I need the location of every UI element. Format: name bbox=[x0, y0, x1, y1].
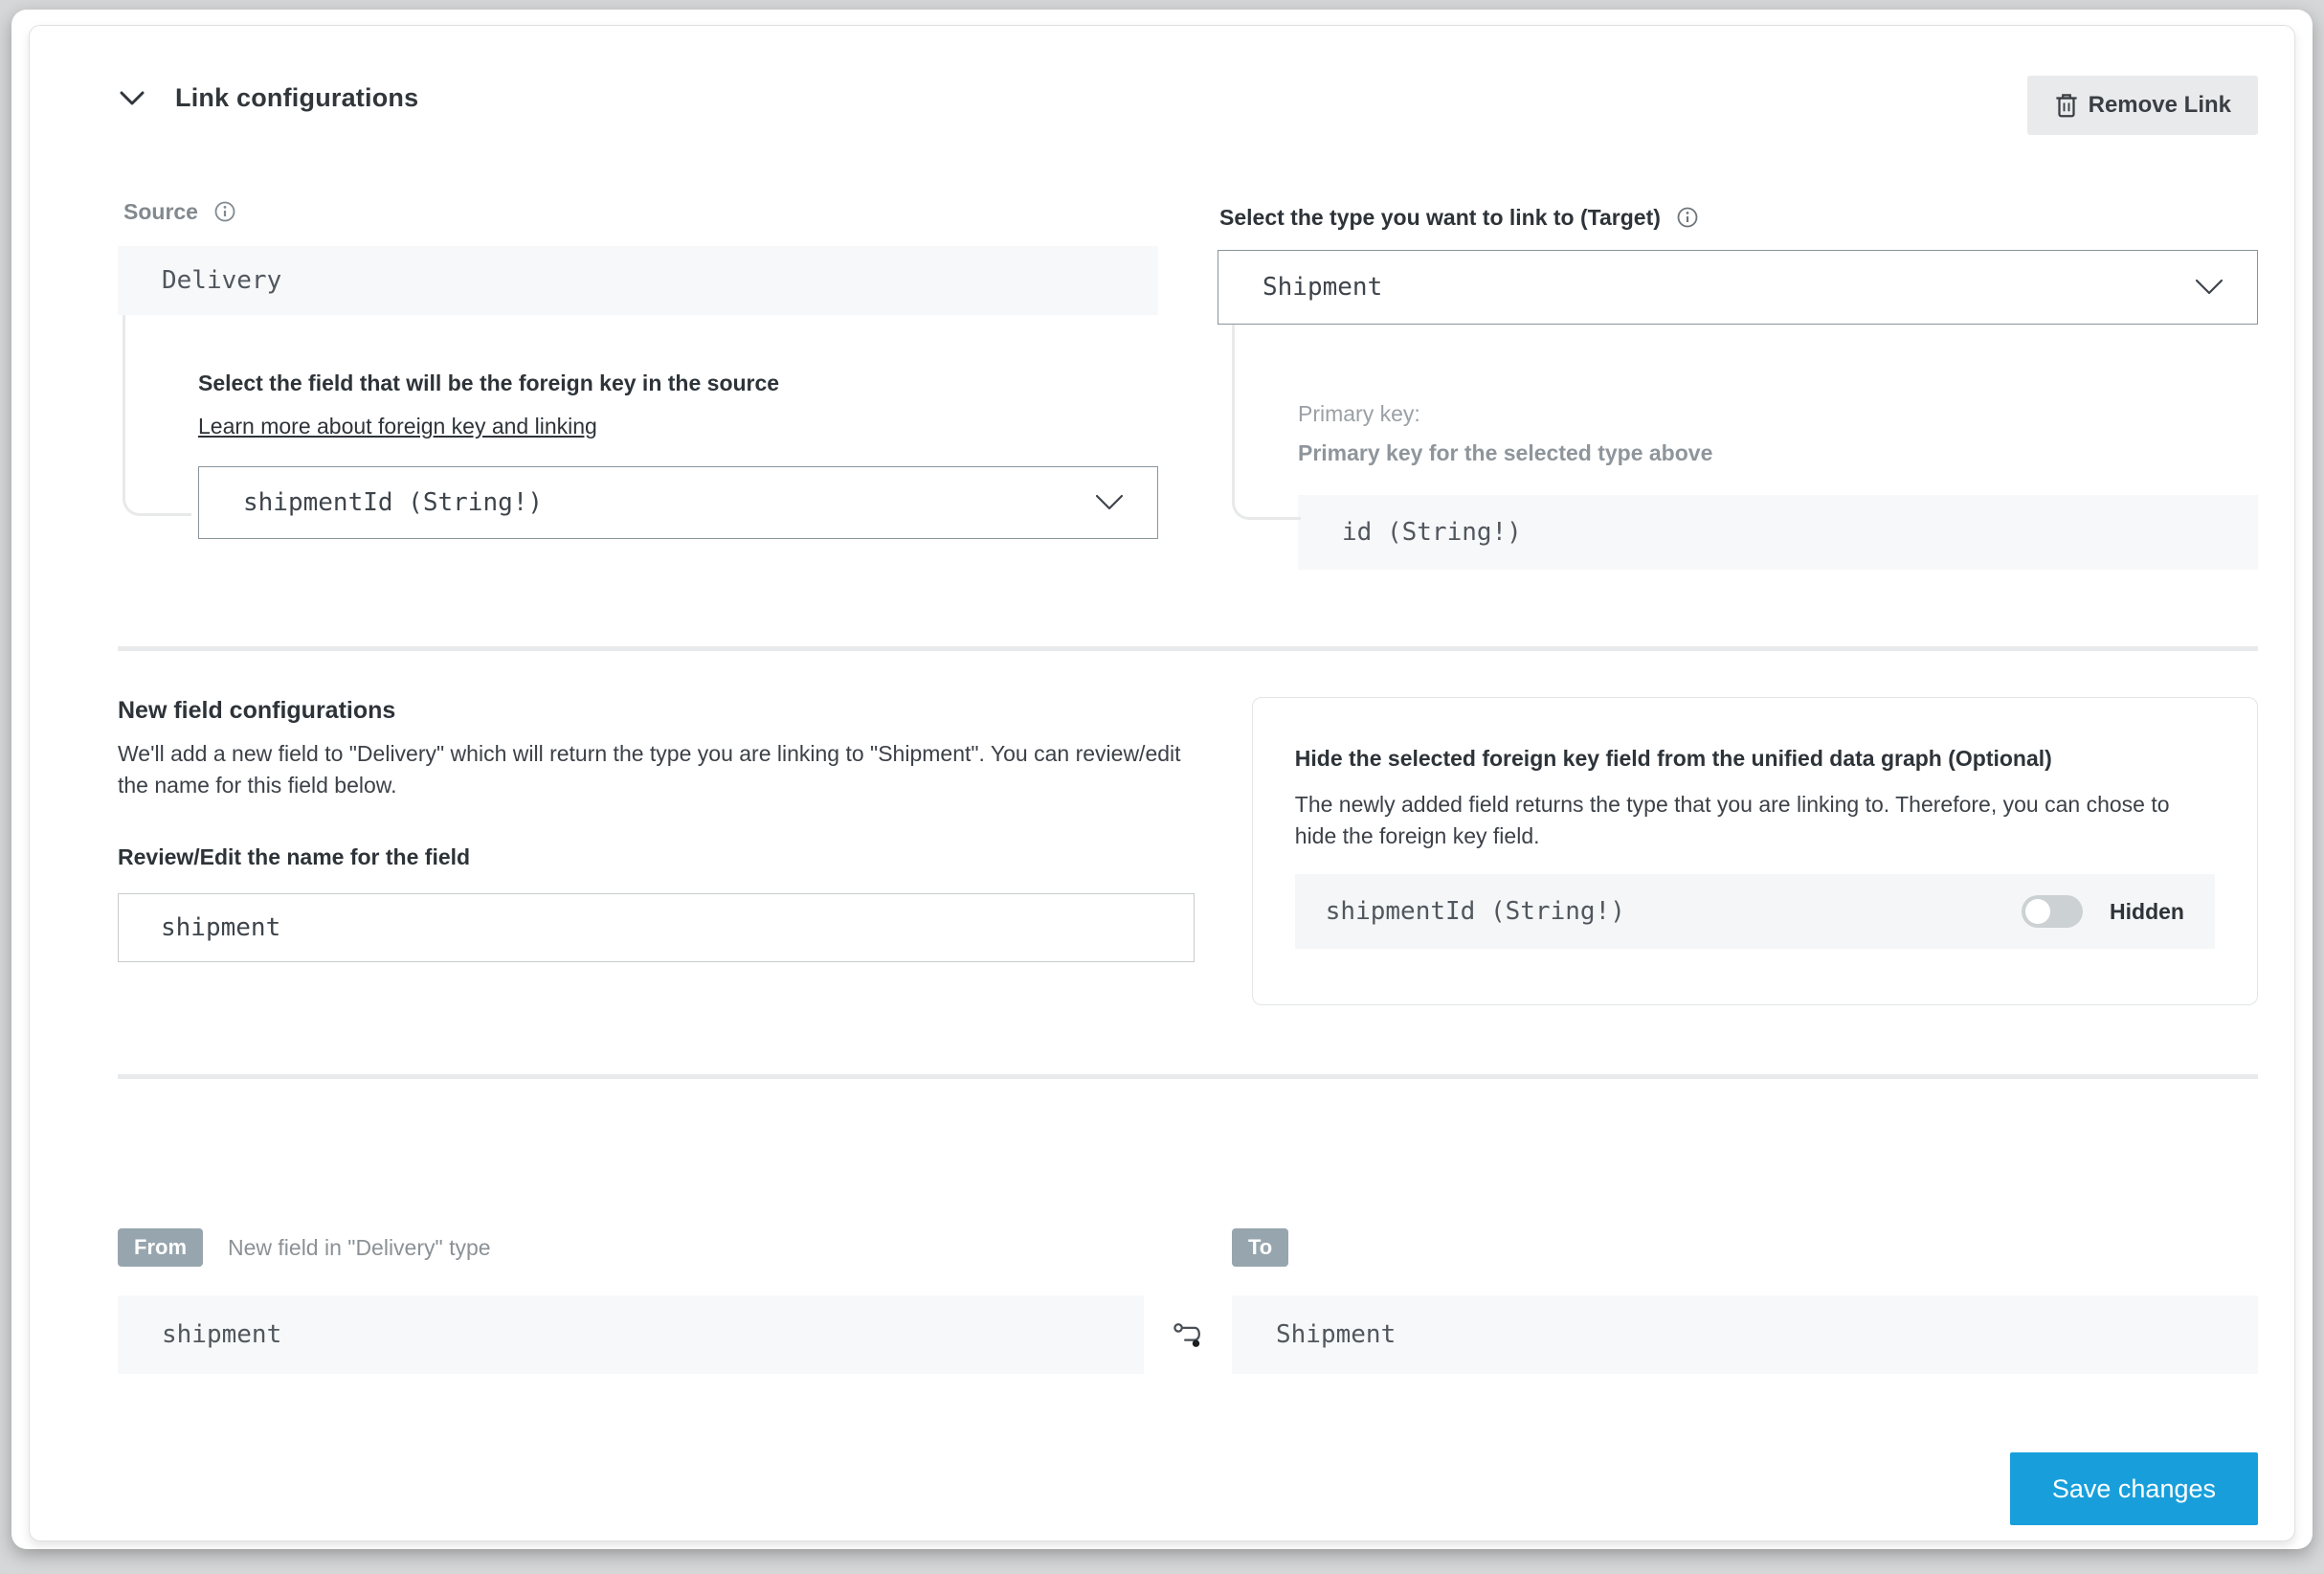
panel-header-left: Link configurations bbox=[118, 76, 418, 113]
toggle-knob bbox=[2025, 899, 2050, 924]
link-configurations-panel: Link configurations Remove Link bbox=[29, 25, 2295, 1541]
save-changes-button[interactable]: Save changes bbox=[2010, 1452, 2258, 1525]
panel-header: Link configurations Remove Link bbox=[118, 76, 2258, 135]
from-badge: From bbox=[118, 1228, 203, 1267]
chevron-down-icon bbox=[2194, 279, 2224, 296]
hide-fk-field-row: shipmentId (String!) Hidden bbox=[1295, 874, 2215, 949]
hide-fk-title: Hide the selected foreign key field from… bbox=[1295, 746, 2215, 772]
info-icon[interactable] bbox=[213, 200, 236, 223]
to-badge: To bbox=[1232, 1228, 1288, 1267]
source-connector-zone: Select the field that will be the foreig… bbox=[118, 315, 1158, 558]
chevron-down-icon bbox=[1094, 494, 1125, 511]
target-label: Select the type you want to link to (Tar… bbox=[1219, 205, 1661, 231]
hidden-toggle[interactable] bbox=[2022, 895, 2083, 928]
from-field-value: shipment bbox=[162, 1320, 281, 1349]
page-title: Link configurations bbox=[175, 83, 418, 113]
mapping-to: To Shipment bbox=[1232, 1225, 2258, 1374]
new-field-description: We'll add a new field to "Delivery" whic… bbox=[118, 738, 1195, 800]
foreign-key-block: Select the field that will be the foreig… bbox=[198, 315, 1158, 539]
link-setup-section: Source Delivery Select the field that wi… bbox=[118, 196, 2258, 570]
hidden-toggle-group: Hidden bbox=[2022, 895, 2184, 928]
target-type-select[interactable]: Shipment bbox=[1218, 250, 2258, 325]
remove-link-label: Remove Link bbox=[2089, 92, 2231, 119]
primary-key-value: id (String!) bbox=[1342, 518, 1522, 547]
hide-foreign-key-box: Hide the selected foreign key field from… bbox=[1252, 697, 2258, 1005]
learn-more-link[interactable]: Learn more about foreign key and linking bbox=[198, 414, 597, 439]
remove-link-button[interactable]: Remove Link bbox=[2027, 76, 2258, 135]
modal-surface: Link configurations Remove Link bbox=[11, 10, 2313, 1549]
collapse-section-button[interactable] bbox=[118, 89, 146, 108]
to-field-value: Shipment bbox=[1276, 1320, 1396, 1349]
primary-key-block: Primary key: Primary key for the selecte… bbox=[1298, 325, 2258, 570]
panel-footer: Save changes bbox=[118, 1452, 2258, 1525]
hidden-toggle-label: Hidden bbox=[2110, 899, 2184, 925]
source-type-field: Delivery bbox=[118, 246, 1158, 315]
from-field: shipment bbox=[118, 1295, 1144, 1374]
link-flow-icon bbox=[1169, 1318, 1207, 1351]
source-connector-line bbox=[123, 315, 191, 516]
trash-icon bbox=[2054, 91, 2079, 120]
primary-key-field: id (String!) bbox=[1298, 495, 2258, 570]
new-field-title: New field configurations bbox=[118, 697, 1195, 725]
chevron-down-icon bbox=[118, 89, 146, 108]
info-icon[interactable] bbox=[1676, 206, 1699, 229]
foreign-key-select[interactable]: shipmentId (String!) bbox=[198, 466, 1158, 539]
from-caption: New field in "Delivery" type bbox=[228, 1235, 491, 1261]
hide-fk-description: The newly added field returns the type t… bbox=[1295, 789, 2215, 851]
section-divider bbox=[118, 1074, 2258, 1079]
field-name-input[interactable] bbox=[118, 893, 1195, 962]
foreign-key-label: Select the field that will be the foreig… bbox=[198, 371, 1158, 396]
source-type-value: Delivery bbox=[162, 266, 281, 295]
target-label-row: Select the type you want to link to (Tar… bbox=[1219, 202, 2258, 233]
to-field: Shipment bbox=[1232, 1295, 2258, 1374]
source-label-row: Source bbox=[123, 196, 1158, 227]
source-column: Source Delivery Select the field that wi… bbox=[118, 196, 1158, 570]
foreign-key-selected-value: shipmentId (String!) bbox=[243, 488, 543, 517]
to-badge-row: To bbox=[1232, 1225, 2258, 1270]
target-connector-zone: Primary key: Primary key for the selecte… bbox=[1218, 325, 2258, 570]
mapping-section: From New field in "Delivery" type shipme… bbox=[118, 1225, 2258, 1374]
new-field-column: New field configurations We'll add a new… bbox=[118, 697, 1195, 1005]
primary-key-label: Primary key: bbox=[1298, 401, 2258, 427]
section-divider bbox=[118, 646, 2258, 651]
new-field-section: New field configurations We'll add a new… bbox=[118, 697, 2258, 1005]
hide-fk-field-value: shipmentId (String!) bbox=[1326, 897, 1625, 926]
target-connector-line bbox=[1232, 325, 1301, 520]
target-type-selected-value: Shipment bbox=[1263, 273, 1382, 302]
source-label: Source bbox=[123, 199, 198, 225]
review-field-label: Review/Edit the name for the field bbox=[118, 844, 1195, 870]
mapping-from: From New field in "Delivery" type shipme… bbox=[118, 1225, 1144, 1374]
primary-key-sublabel: Primary key for the selected type above bbox=[1298, 440, 2258, 466]
from-badge-row: From New field in "Delivery" type bbox=[118, 1225, 1144, 1270]
mapping-link-cell bbox=[1144, 1225, 1232, 1374]
target-column: Select the type you want to link to (Tar… bbox=[1218, 196, 2258, 570]
